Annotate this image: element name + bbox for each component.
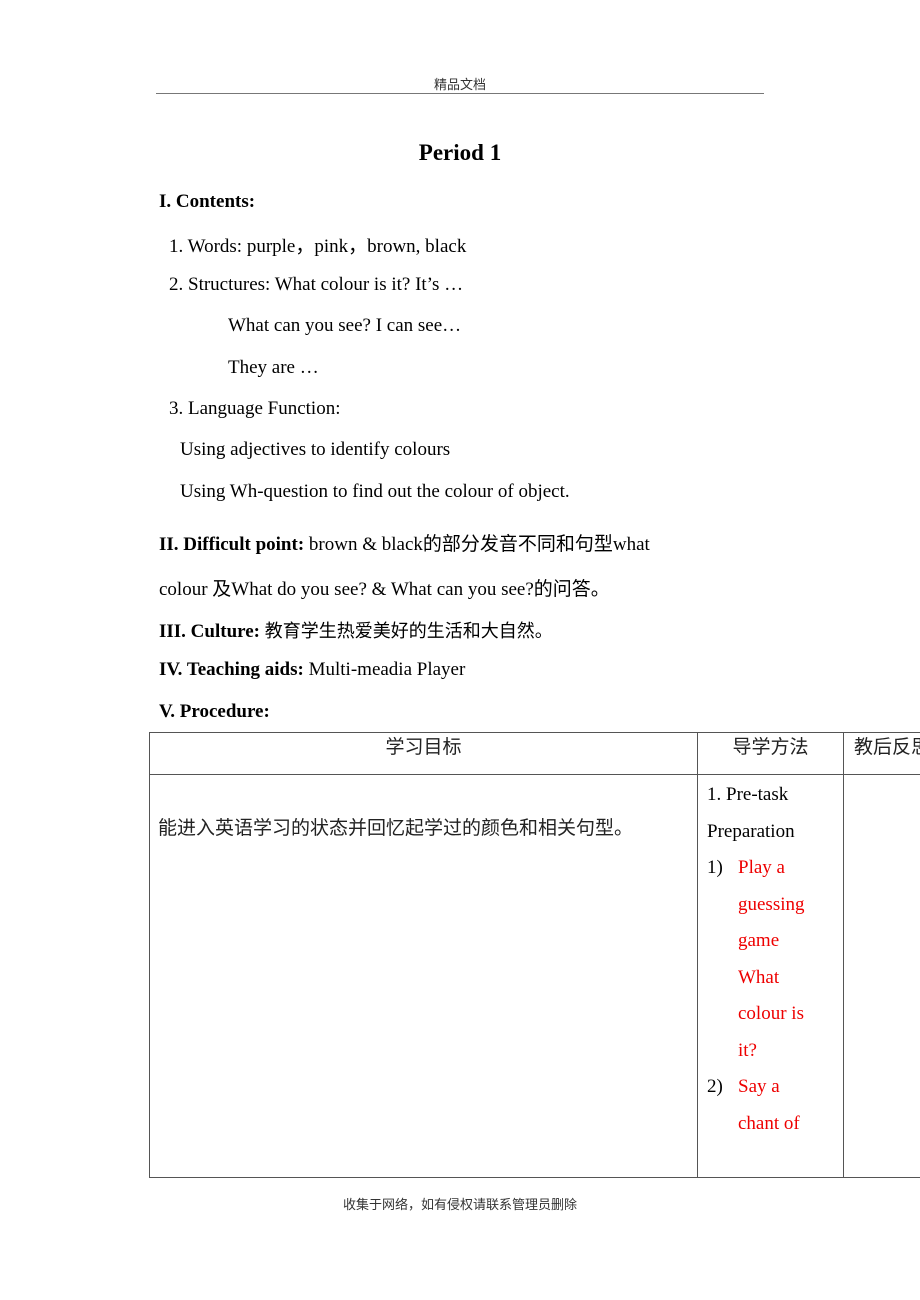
contents-function-line1: Using adjectives to identify colours [180, 439, 451, 460]
page-footer: 收集于网络，如有侵权请联系管理员删除 [342, 1198, 577, 1213]
method-stage-line1: 1. Pre-task [707, 784, 789, 805]
page-header: 精品文档 [433, 78, 486, 93]
contents-function-line2: Using Wh-question to find out the colour… [180, 481, 570, 502]
header-divider [156, 93, 764, 94]
contents-words: 1. Words: purple，pink，brown, black [169, 236, 467, 257]
procedure-table: 学习目标 导学方法 教后反思 能进入英语学习的状态并回忆起学过的颜色和相关句型。… [149, 732, 920, 1178]
method-item-text: Say a chant of [738, 1069, 800, 1142]
header-cell-goal: 学习目标 [149, 732, 698, 775]
culture-text: 教育学生热爱美好的生活和大自然。 [264, 621, 553, 642]
table-header-row: 学习目标 导学方法 教后反思 [149, 732, 920, 775]
method-item-line: guessing [738, 893, 805, 915]
difficult-point-line1: II. Difficult point: brown & black的部分发音不… [159, 529, 650, 556]
method-item-line: game [738, 930, 780, 951]
teaching-aids-label: IV. Teaching aids: [159, 659, 304, 680]
procedure-heading: V. Procedure: [159, 701, 270, 722]
header-cell-method: 导学方法 [697, 732, 844, 775]
reflection-cell [843, 774, 920, 1178]
method-item-line: chant of [738, 1112, 800, 1134]
method-item-number: 2) [707, 1076, 723, 1097]
contents-language-function: 3. Language Function: [169, 398, 341, 419]
difficult-point-label: II. Difficult point: [159, 534, 305, 555]
method-item-line: Say a [738, 1076, 780, 1097]
contents-structure-line2: What can you see? I can see… [228, 315, 462, 336]
method-item: 1) Play a guessing game What colour is i… [707, 850, 843, 1069]
culture-line: III. Culture: 教育学生热爱美好的生活和大自然。 [159, 617, 553, 643]
header-cell-reflection: 教后反思 [843, 732, 920, 775]
teaching-aids-text: Multi-meadia Player [308, 659, 466, 680]
method-item: 2) Say a chant of [707, 1069, 843, 1142]
teaching-aids-line: IV. Teaching aids: Multi-meadia Player [159, 659, 465, 681]
method-stage-line2: Preparation [707, 820, 795, 842]
method-item-line: colour is [738, 1003, 804, 1024]
contents-structures: 2. Structures: What colour is it? It’s … [169, 274, 464, 295]
culture-label: III. Culture: [159, 621, 260, 642]
method-item-text: Play a guessing game What colour is it? [738, 850, 805, 1069]
table-row: 能进入英语学习的状态并回忆起学过的颜色和相关句型。 1. Pre-task Pr… [149, 774, 920, 1178]
document-title: Period 1 [418, 140, 502, 165]
contents-heading: I. Contents: [159, 191, 256, 212]
goal-cell: 能进入英语学习的状态并回忆起学过的颜色和相关句型。 [149, 774, 698, 1178]
method-item-line: Play a [738, 857, 785, 878]
method-item-line: it? [738, 1039, 757, 1061]
method-item-number: 1) [707, 857, 723, 878]
contents-structure-line3: They are … [228, 357, 319, 378]
method-cell: 1. Pre-task Preparation 1) Play a guessi… [697, 774, 844, 1178]
method-item-line: What [738, 966, 780, 988]
difficult-point-text1: brown & black的部分发音不同和句型what [308, 534, 650, 555]
difficult-point-text2: colour 及What do you see? & What can you … [159, 579, 610, 600]
